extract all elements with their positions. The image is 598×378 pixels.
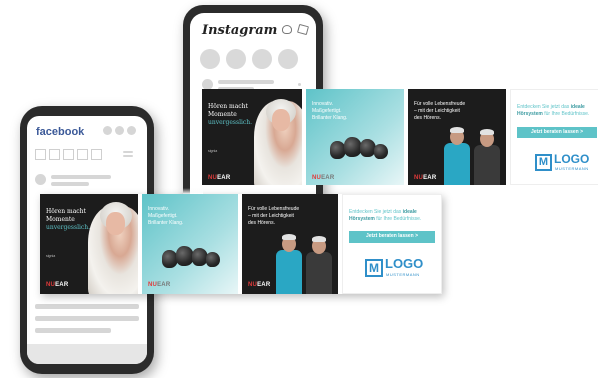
man-hair [282, 234, 296, 240]
ad-tagline: Für volle Lebensfreude – mit der Leichti… [248, 206, 300, 226]
facebook-ad-carousel[interactable]: Hören macht Momente unvergesslich. signi… [40, 194, 442, 294]
cta-button[interactable]: Jetzt beraten lassen > [349, 231, 435, 243]
menu-dot-icon[interactable] [127, 126, 136, 135]
hamburger-icon[interactable] [123, 151, 133, 153]
signia-logo: signia [46, 254, 56, 258]
ad-tile-2[interactable]: Innovativ. Maßgefertigt. Brillanter Klan… [142, 194, 238, 294]
ad-tile-3[interactable]: Für volle Lebensfreude – mit der Leichti… [408, 89, 506, 185]
hamburger-icon-line [123, 155, 133, 157]
nav-box-icon[interactable] [63, 149, 74, 160]
logo-mark: M [535, 154, 552, 171]
bottom-bar [27, 344, 147, 364]
ad-headline: Hören macht Momente unvergesslich. [46, 208, 91, 231]
heart-icon[interactable] [282, 25, 292, 34]
post-meta-placeholder [51, 182, 89, 186]
story-avatar[interactable] [200, 49, 220, 69]
text-placeholder [35, 328, 111, 333]
nuear-logo: NUEAR [208, 175, 231, 181]
fade-overlay [183, 188, 203, 194]
ad-headline: Hören macht Momente unvergesslich. [208, 103, 253, 126]
man-hair [312, 236, 326, 242]
woman-face [106, 212, 125, 235]
nav-box-icon[interactable] [35, 149, 46, 160]
cta-button[interactable]: Jetzt beraten lassen > [517, 127, 597, 138]
menu-dot-icon[interactable] [115, 126, 124, 135]
ad-cta-text: Entdecken Sie jetzt das ideale Hörsystem… [517, 104, 590, 117]
nuear-logo: NUEAR [414, 175, 437, 181]
post-avatar [35, 174, 46, 185]
story-avatar[interactable] [226, 49, 246, 69]
logo-subtitle: MUSTERMANN [386, 272, 420, 277]
nuear-logo: NUEAR [248, 282, 271, 288]
ad-tile-4[interactable]: Entdecken Sie jetzt das ideale Hörsystem… [510, 89, 598, 185]
text-placeholder [35, 304, 139, 309]
ad-tile-4[interactable]: Entdecken Sie jetzt das ideale Hörsystem… [342, 194, 442, 294]
ad-tagline: Innovativ. Maßgefertigt. Brillanter Klan… [312, 101, 348, 121]
instagram-logo: Instagram [202, 23, 278, 38]
facebook-logo: facebook [36, 126, 85, 138]
nav-box-icon[interactable] [49, 149, 60, 160]
man-image [276, 250, 302, 294]
logo-word: LOGO [385, 256, 424, 271]
nuear-logo: NUEAR [312, 175, 335, 181]
ad-tile-2[interactable]: Innovativ. Maßgefertigt. Brillanter Klan… [306, 89, 404, 185]
post-author-placeholder [218, 80, 274, 84]
signia-logo: signia [208, 149, 218, 153]
ad-tile-1[interactable]: Hören macht Momente unvergesslich. signi… [202, 89, 302, 185]
logo-word: LOGO [554, 152, 590, 166]
logo-subtitle: MUSTERMANN [555, 166, 589, 171]
nuear-logo: NUEAR [148, 282, 171, 288]
man-hair [450, 127, 464, 133]
ad-tagline: Für volle Lebensfreude – mit der Leichti… [414, 101, 466, 121]
man-image [444, 143, 470, 185]
man-hair [480, 129, 494, 135]
more-icon[interactable] [298, 83, 301, 86]
logo-mark: M [365, 259, 383, 277]
hearing-aid-image [206, 252, 220, 267]
nav-box-icon[interactable] [77, 149, 88, 160]
menu-dot-icon[interactable] [103, 126, 112, 135]
hearing-aid-image [374, 144, 388, 159]
woman-face [272, 109, 290, 131]
nuear-logo: NUEAR [46, 282, 69, 288]
ad-cta-text: Entdecken Sie jetzt das ideale Hörsystem… [349, 209, 422, 222]
send-icon[interactable] [297, 23, 309, 36]
ad-tile-3[interactable]: Für volle Lebensfreude – mit der Leichti… [242, 194, 338, 294]
ad-tile-1[interactable]: Hören macht Momente unvergesslich. signi… [40, 194, 138, 294]
nav-box-icon[interactable] [91, 149, 102, 160]
man-image [306, 252, 332, 294]
instagram-ad-carousel[interactable]: Hören macht Momente unvergesslich. signi… [202, 89, 598, 185]
post-author-placeholder [51, 175, 111, 179]
man-image [474, 145, 500, 185]
story-avatar[interactable] [252, 49, 272, 69]
story-avatar[interactable] [278, 49, 298, 69]
ad-tagline: Innovativ. Maßgefertigt. Brillanter Klan… [148, 206, 184, 226]
text-placeholder [35, 316, 139, 321]
